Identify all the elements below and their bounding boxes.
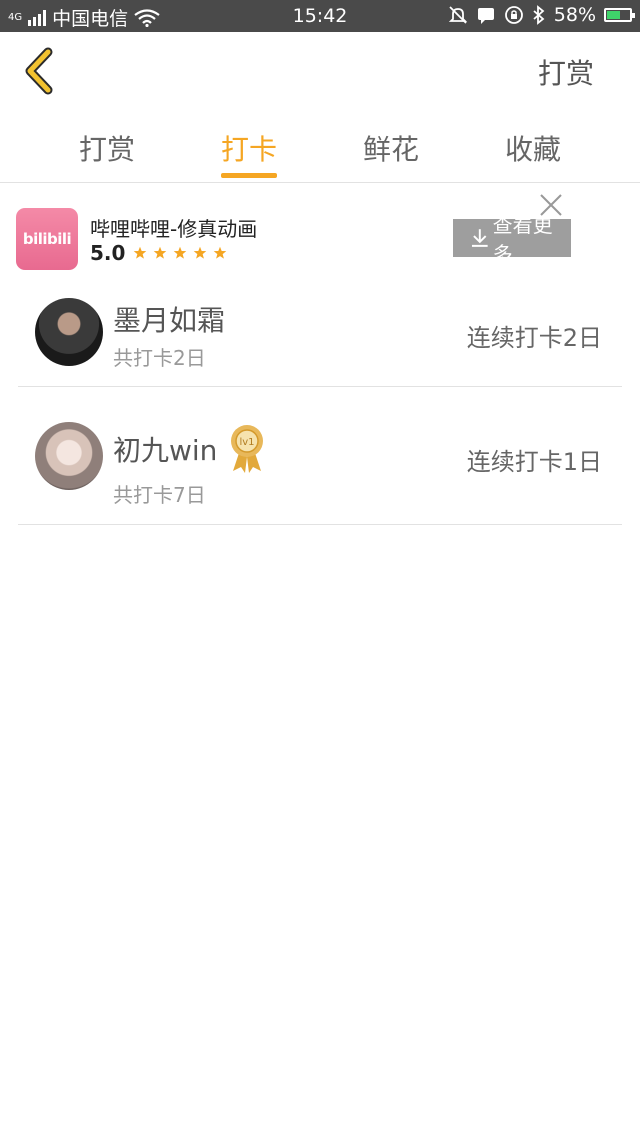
bluetooth-icon [533, 5, 545, 25]
star-icon [134, 246, 147, 259]
status-bar: 4G 中国电信 15:42 58% [0, 0, 640, 32]
svg-text:lv1: lv1 [240, 437, 255, 448]
view-more-label: 查看更多 [492, 213, 553, 266]
reward-button[interactable]: 打赏 [538, 52, 594, 92]
mute-icon [448, 6, 467, 24]
list-item[interactable]: 墨月如霜 共打卡2日 连续打卡2日 [18, 283, 622, 387]
total-checkins: 共打卡7日 [113, 483, 206, 507]
total-checkins: 共打卡2日 [113, 346, 206, 370]
star-icon [194, 246, 207, 259]
ad-rating-row: 5.0 [90, 241, 227, 265]
header: 打赏 [0, 32, 640, 110]
rating-stars [133, 246, 227, 260]
user-name-text: 初九win [113, 434, 218, 467]
battery-percent: 58% [553, 4, 596, 26]
tab-favorites[interactable]: 收藏 [483, 128, 583, 168]
active-tab-indicator [221, 173, 277, 178]
star-icon [174, 246, 187, 259]
ad-title: 哔哩哔哩-修真动画 [90, 217, 258, 241]
avatar [35, 422, 103, 490]
star-icon [214, 246, 227, 259]
star-icon [154, 246, 167, 259]
user-name: 初九win lv1 [113, 423, 267, 475]
ad-rating: 5.0 [90, 241, 126, 265]
avatar [35, 298, 103, 366]
tab-flowers[interactable]: 鲜花 [341, 128, 441, 168]
streak-label: 连续打卡2日 [466, 324, 602, 352]
user-name-text: 墨月如霜 [113, 304, 226, 337]
rotation-lock-icon [504, 6, 523, 24]
list-item[interactable]: 初九win lv1 共打卡7日 连续打卡1日 [18, 387, 622, 525]
level-badge-icon: lv1 [231, 425, 264, 473]
streak-label: 连续打卡1日 [466, 448, 602, 476]
download-icon [471, 229, 488, 247]
user-name: 墨月如霜 [113, 299, 225, 339]
app-icon: bilibili [16, 208, 78, 270]
message-icon [477, 8, 494, 24]
tab-checkin[interactable]: 打卡 [199, 128, 299, 168]
tab-bar: 打赏 打卡 鲜花 收藏 [0, 110, 640, 183]
battery-icon [604, 8, 635, 22]
tab-reward[interactable]: 打赏 [57, 128, 157, 168]
view-more-button[interactable]: 查看更多 [453, 213, 571, 266]
back-button[interactable] [18, 46, 66, 96]
